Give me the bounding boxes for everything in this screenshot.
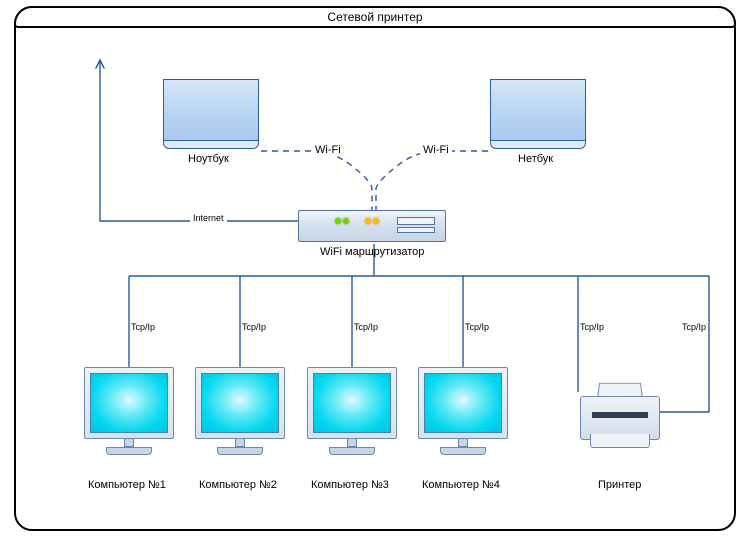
router-label: WiFi маршрутизатор [320,246,424,258]
router-led-green-icon [343,218,349,224]
router-slot-icon [397,217,435,225]
notebook-icon [163,79,259,141]
router-led-green-icon [335,218,341,224]
notebook-label: Ноутбук [188,153,229,165]
proto-label: Tcp/Ip [242,322,266,332]
netbook-base-icon [490,141,586,149]
device-label: Компьютер №1 [88,479,166,491]
router-led-amber-icon [373,218,379,224]
router-led-amber-icon [365,218,371,224]
device-label: Компьютер №2 [199,479,277,491]
proto-label: Tcp/Ip [131,322,155,332]
computer-icon [418,367,508,467]
computer-icon [84,367,174,467]
netbook-label: Нетбук [518,153,553,165]
proto-label: Tcp/Ip [465,322,489,332]
wifi-label-left: Wi-Fi [312,144,344,156]
notebook-base-icon [163,141,259,149]
device-label: Компьютер №3 [311,479,389,491]
computer-icon [195,367,285,467]
netbook-icon [490,79,586,141]
router-icon [298,210,446,242]
proto-label: Tcp/Ip [682,322,706,332]
proto-label: Tcp/Ip [580,322,604,332]
diagram-title: Сетевой принтер [14,6,736,28]
device-label: Принтер [598,479,641,491]
internet-label: Internet [190,213,227,223]
proto-label: Tcp/Ip [354,322,378,332]
wifi-label-right: Wi-Fi [420,144,452,156]
router-slot-icon [397,227,435,233]
device-label: Компьютер №4 [422,479,500,491]
computer-icon [307,367,397,467]
printer-icon [580,376,660,456]
